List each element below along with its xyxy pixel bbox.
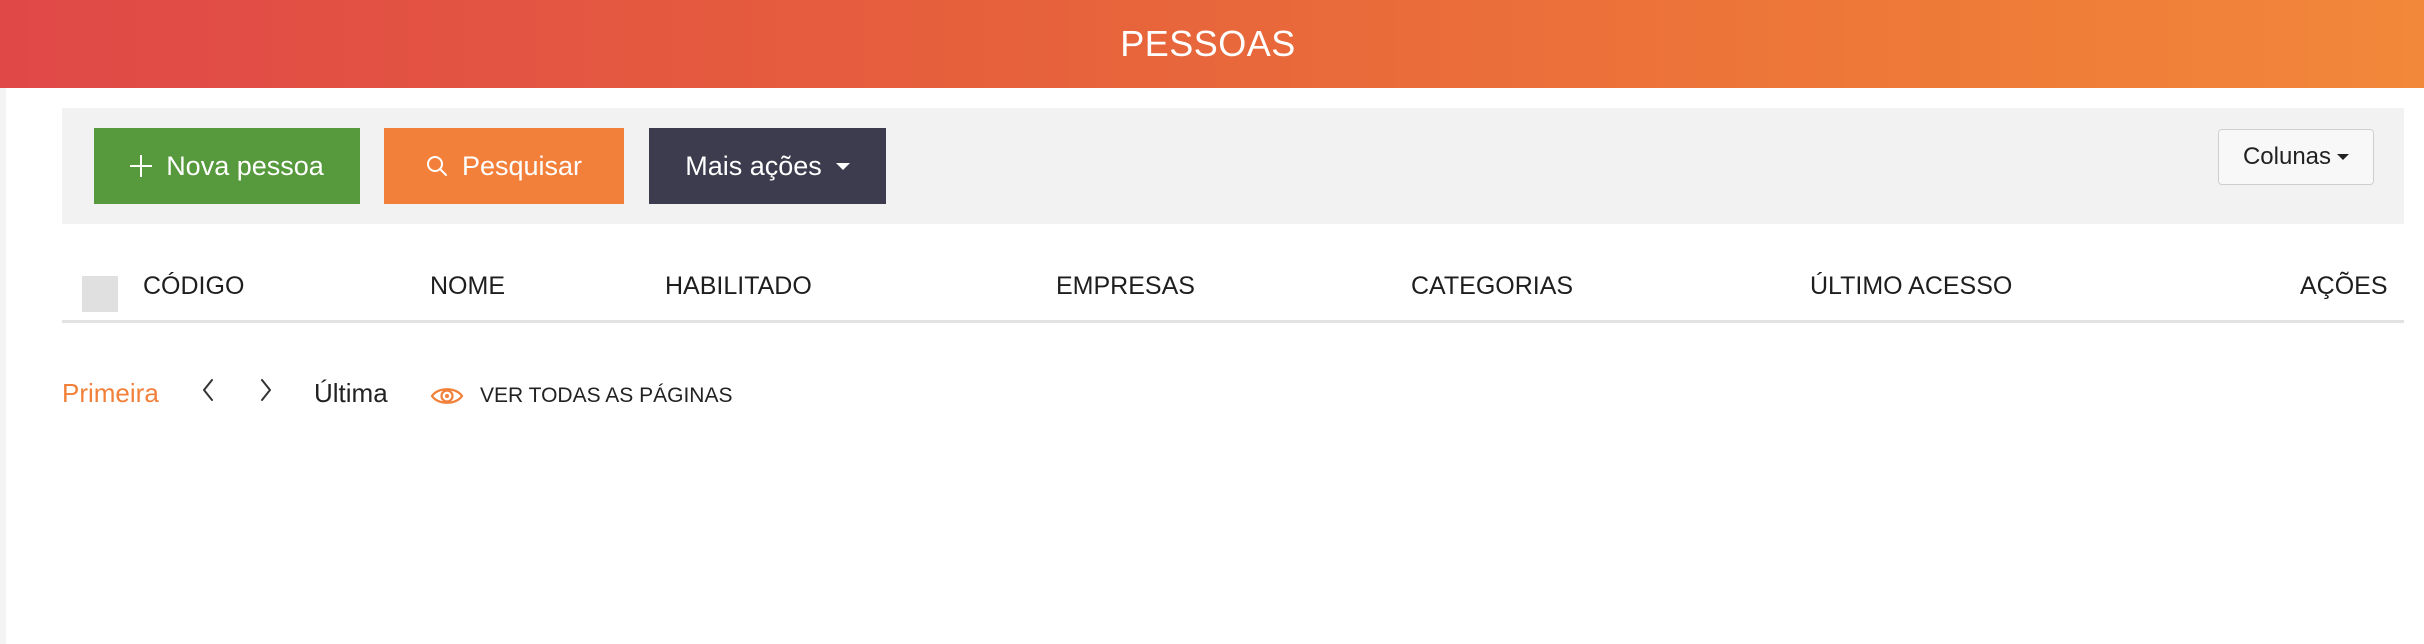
chevron-left-icon — [203, 379, 213, 401]
column-header-acoes[interactable]: AÇÕES — [2300, 272, 2388, 301]
toolbar: Nova pessoa Pesquisar Mais ações Colunas — [62, 108, 2404, 224]
chevron-right-icon — [261, 379, 271, 401]
column-header-empresas[interactable]: EMPRESAS — [1056, 272, 1195, 301]
caret-down-icon — [835, 162, 850, 170]
column-header-categorias[interactable]: CATEGORIAS — [1411, 272, 1573, 301]
columns-dropdown-button[interactable]: Colunas — [2218, 129, 2374, 185]
last-page-link[interactable]: Última — [314, 378, 388, 409]
new-person-label: Nova pessoa — [166, 150, 324, 181]
search-label: Pesquisar — [461, 150, 583, 181]
view-all-pages-label: VER TODAS AS PÁGINAS — [480, 384, 733, 407]
page-title: PESSOAS — [1120, 23, 1296, 64]
caret-down-icon — [2337, 154, 2350, 160]
more-actions-label: Mais ações — [685, 150, 822, 181]
column-header-habilitado[interactable]: HABILITADO — [665, 272, 812, 301]
column-header-nome[interactable]: NOME — [430, 272, 505, 301]
plus-icon — [130, 155, 153, 177]
select-all-checkbox[interactable] — [82, 276, 118, 312]
previous-page-button[interactable] — [200, 376, 216, 411]
more-actions-button[interactable]: Mais ações — [649, 128, 886, 204]
pagination: Primeira Última VER TODAS AS PÁGINAS — [62, 370, 962, 420]
columns-label: Colunas — [2242, 143, 2332, 170]
table-header: CÓDIGO NOME HABILITADO EMPRESAS CATEGORI… — [62, 250, 2404, 323]
search-button[interactable]: Pesquisar — [384, 128, 624, 204]
column-header-codigo[interactable]: CÓDIGO — [143, 272, 244, 301]
first-page-link[interactable]: Primeira — [62, 378, 159, 409]
new-person-button[interactable]: Nova pessoa — [94, 128, 360, 204]
left-rail — [0, 0, 6, 644]
next-page-button[interactable] — [258, 376, 274, 411]
column-header-ultimo-acesso[interactable]: ÚLTIMO ACESSO — [1810, 272, 2012, 301]
view-all-pages-button[interactable]: VER TODAS AS PÁGINAS — [430, 384, 732, 408]
search-icon — [426, 155, 448, 177]
page-header: PESSOAS — [0, 0, 2424, 88]
eye-icon — [430, 388, 464, 404]
